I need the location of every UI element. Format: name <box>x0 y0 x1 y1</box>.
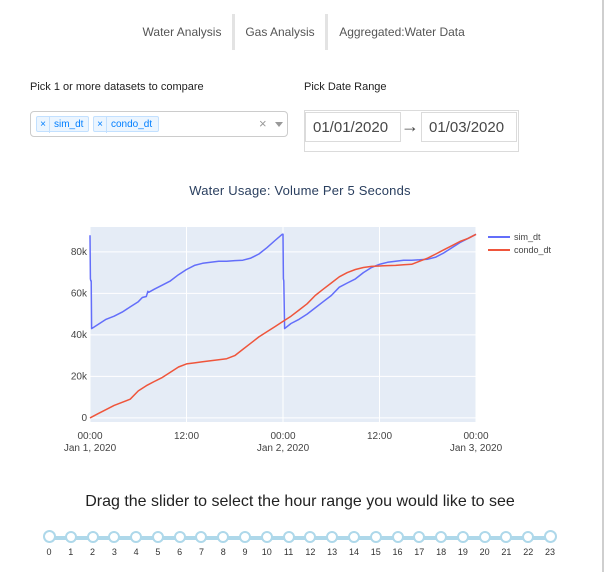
slider-mark-dot[interactable] <box>456 531 469 543</box>
x-tick-label: 00:00 <box>463 431 488 442</box>
x-tick-label: 00:00 <box>270 431 295 442</box>
remove-chip-icon[interactable]: × <box>37 117 50 133</box>
x-tick-label: 12:00 <box>174 431 199 442</box>
date-range-label: Pick Date Range <box>304 81 387 93</box>
slider-mark-dot[interactable] <box>239 531 252 543</box>
slider-mark-dot[interactable] <box>282 531 295 543</box>
slider-mark-label: 23 <box>544 547 555 557</box>
slider-mark-label: 21 <box>501 547 512 557</box>
slider-title: Drag the slider to select the hour range… <box>85 493 515 510</box>
slider-mark-label: 8 <box>220 547 226 557</box>
slider-mark-dot[interactable] <box>413 531 426 543</box>
slider-mark-dot[interactable] <box>500 531 513 543</box>
chip-label: condo_dt <box>111 119 153 130</box>
slider-mark-dot[interactable] <box>304 531 317 543</box>
slider-mark-dot[interactable] <box>522 531 535 543</box>
slider-mark-dot[interactable] <box>369 531 382 543</box>
selected-dataset-chip: × condo_dt <box>93 116 159 133</box>
y-tick-label: 60k <box>71 288 88 299</box>
slider-mark-label: 0 <box>46 547 52 557</box>
slider-mark-label: 3 <box>111 547 117 557</box>
slider-mark-label: 9 <box>242 547 248 557</box>
slider-mark-label: 1 <box>68 547 74 557</box>
slider-mark-label: 17 <box>414 547 425 557</box>
legend-label: condo_dt <box>514 245 552 255</box>
tab-aggregated-water-data[interactable]: Aggregated:Water Data <box>334 14 470 50</box>
tab-divider <box>232 14 235 50</box>
slider-mark-dot[interactable] <box>108 531 121 543</box>
slider-mark-dot[interactable] <box>130 531 143 543</box>
slider-mark-dot[interactable] <box>217 531 230 543</box>
slider-mark-label: 4 <box>133 547 139 557</box>
slider-mark-label: 10 <box>261 547 272 557</box>
slider-mark-label: 13 <box>327 547 338 557</box>
tab-divider <box>325 14 328 50</box>
slider-mark-label: 18 <box>436 547 447 557</box>
water-usage-chart[interactable]: 020k40k60k80k00:00Jan 1, 202012:00 00:00J… <box>0 220 600 460</box>
x-tick-date-label: Jan 3, 2020 <box>450 443 503 454</box>
start-date-input[interactable] <box>305 112 401 142</box>
slider-mark-label: 5 <box>155 547 161 557</box>
slider-mark-label: 19 <box>457 547 468 557</box>
slider-mark-label: 15 <box>370 547 381 557</box>
slider-mark-dot[interactable] <box>478 531 491 543</box>
slider-mark-label: 7 <box>198 547 204 557</box>
dataset-multiselect[interactable]: × sim_dt × condo_dt × <box>30 111 288 137</box>
slider-mark-dot[interactable] <box>391 531 404 543</box>
x-tick-label: 00:00 <box>77 431 102 442</box>
slider-mark-label: 6 <box>177 547 183 557</box>
slider-mark-dot[interactable] <box>86 531 99 543</box>
analysis-tabs: Water Analysis Gas Analysis Aggregated:W… <box>0 14 604 50</box>
slider-mark-label: 2 <box>90 547 96 557</box>
hour-range-slider-track[interactable] <box>47 536 552 540</box>
x-tick-date-label: Jan 2, 2020 <box>257 443 310 454</box>
slider-mark-dot[interactable] <box>64 531 77 543</box>
x-tick-date-label: Jan 1, 2020 <box>64 443 117 454</box>
slider-mark-label: 11 <box>283 547 294 557</box>
end-date-input[interactable] <box>421 112 517 142</box>
slider-mark-label: 16 <box>392 547 403 557</box>
slider-mark-label: 14 <box>348 547 359 557</box>
slider-mark-dot[interactable] <box>151 531 164 543</box>
legend-label: sim_dt <box>514 232 541 242</box>
y-tick-label: 40k <box>71 330 88 341</box>
y-tick-label: 20k <box>71 371 88 382</box>
slider-handle[interactable] <box>543 530 557 543</box>
slider-mark-dot[interactable] <box>260 531 273 543</box>
chevron-down-icon[interactable] <box>275 122 283 127</box>
slider-mark-dot[interactable] <box>173 531 186 543</box>
slider-mark-dot[interactable] <box>435 531 448 543</box>
slider-mark-dot[interactable] <box>326 531 339 543</box>
chip-label: sim_dt <box>54 119 84 130</box>
slider-mark-label: 22 <box>523 547 534 557</box>
slider-handle[interactable] <box>42 530 56 543</box>
remove-chip-icon[interactable]: × <box>94 117 107 133</box>
y-tick-label: 80k <box>71 247 88 258</box>
slider-mark-dot[interactable] <box>347 531 360 543</box>
slider-mark-label: 20 <box>479 547 490 557</box>
date-range-picker: → <box>304 110 519 152</box>
clear-selection-icon[interactable]: × <box>259 116 267 131</box>
selected-dataset-chip: × sim_dt <box>36 116 89 133</box>
y-tick-label: 0 <box>81 413 87 424</box>
x-tick-label: 12:00 <box>367 431 392 442</box>
slider-mark-dot[interactable] <box>195 531 208 543</box>
datasets-label: Pick 1 or more datasets to compare <box>30 81 204 93</box>
arrow-right-icon: → <box>401 116 419 136</box>
tab-gas-analysis[interactable]: Gas Analysis <box>240 14 320 50</box>
chart-title: Water Usage: Volume Per 5 Seconds <box>189 183 411 198</box>
slider-mark-label: 12 <box>305 547 316 557</box>
tab-water-analysis[interactable]: Water Analysis <box>138 14 226 50</box>
